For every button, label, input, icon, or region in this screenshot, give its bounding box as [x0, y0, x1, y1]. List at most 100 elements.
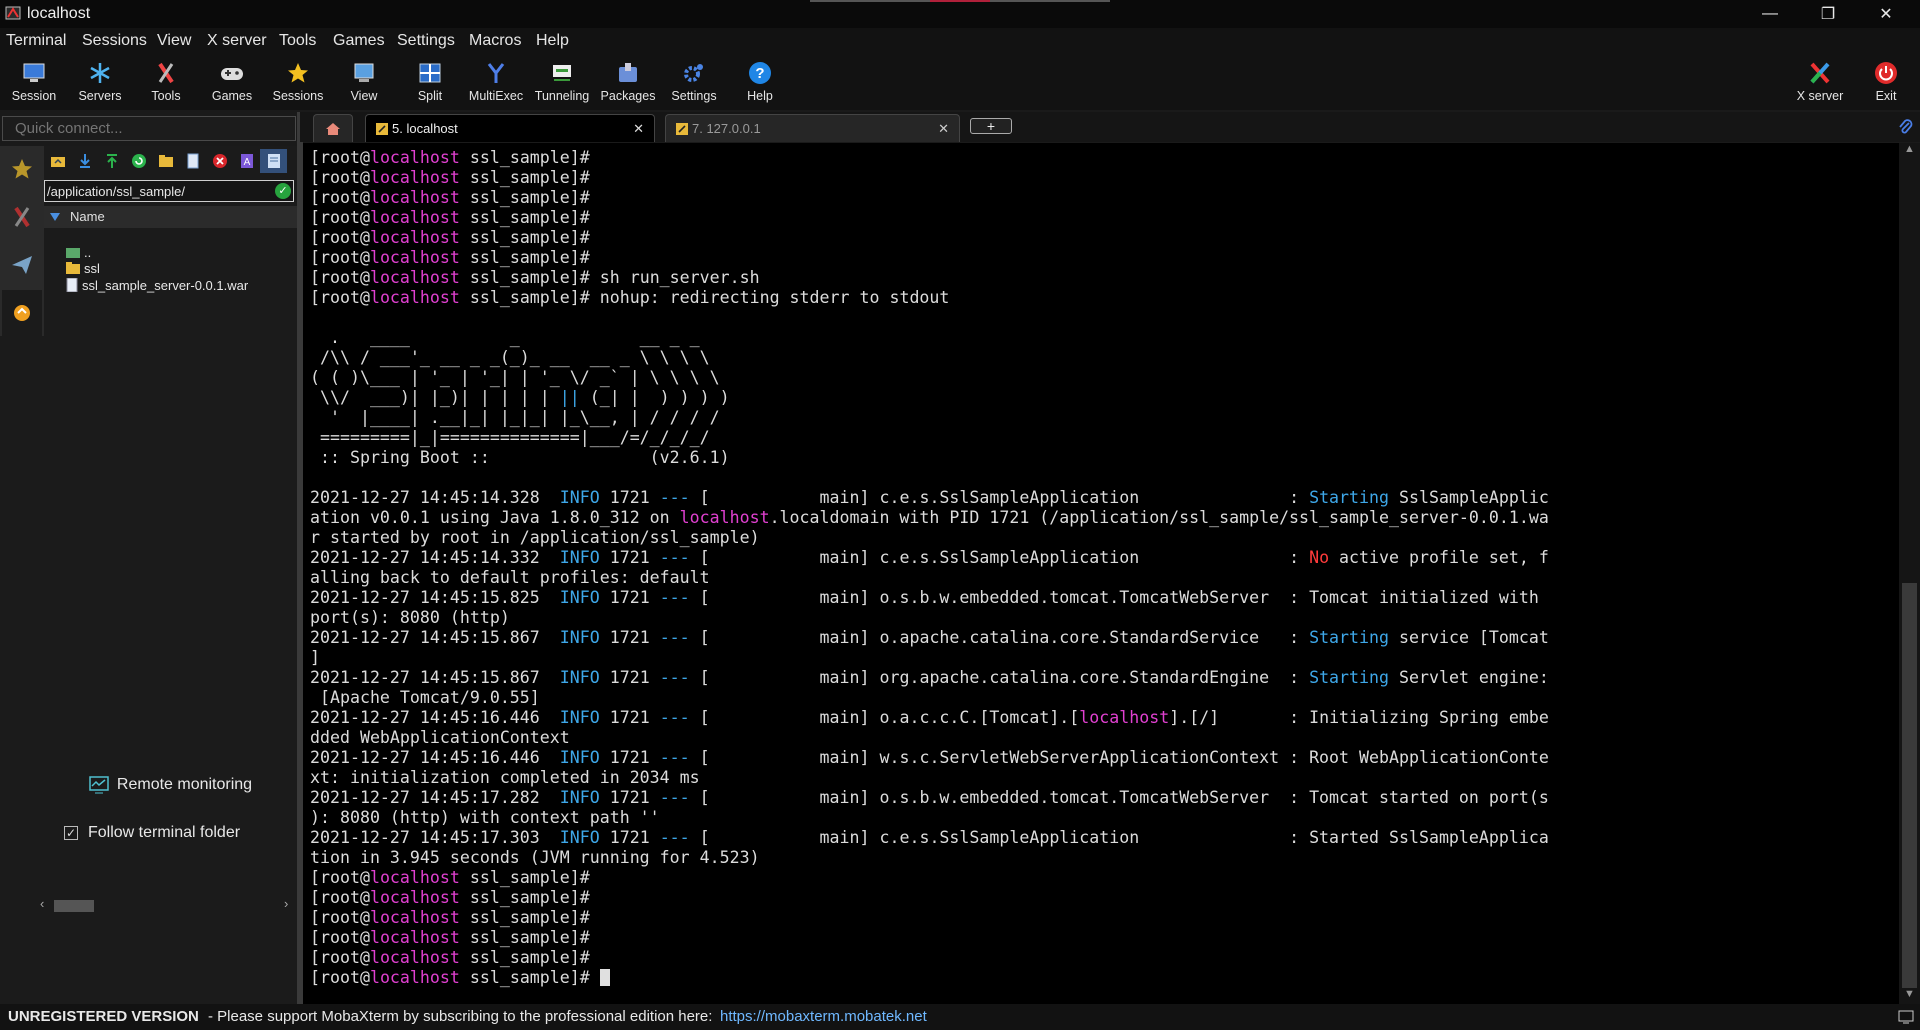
- new-tab-button[interactable]: +: [970, 118, 1012, 134]
- rename-button[interactable]: A: [233, 149, 260, 173]
- tab-session-127[interactable]: 7. 127.0.0.1 ✕: [665, 114, 960, 142]
- menu-games[interactable]: Games: [333, 32, 385, 50]
- tab-home[interactable]: [313, 114, 353, 142]
- side-panel-background: [0, 336, 44, 1004]
- download-icon: [79, 154, 90, 168]
- tab-session-localhost[interactable]: 5. localhost ✕: [365, 114, 655, 142]
- sftp-browser: A ✓ Name .. ssl ssl_sample_server-0.0.1.…: [40, 146, 297, 1004]
- upload-button[interactable]: [98, 149, 125, 173]
- tunneling-button[interactable]: Tunneling: [529, 56, 595, 108]
- sessions-button[interactable]: Sessions: [265, 56, 331, 108]
- restore-button[interactable]: ❐: [1800, 0, 1856, 28]
- path-ok-icon[interactable]: ✓: [275, 183, 291, 199]
- scroll-left-icon[interactable]: ‹: [40, 896, 44, 911]
- power-icon: [1873, 60, 1899, 86]
- rename-icon: A: [240, 154, 253, 168]
- browser-toolbar: A: [44, 146, 297, 176]
- terminal-vscrollbar[interactable]: ▲ ▼: [1899, 143, 1920, 1004]
- file-row-ssl[interactable]: ssl: [66, 259, 100, 277]
- tab-close-icon[interactable]: ✕: [633, 121, 644, 137]
- attachment-icon[interactable]: [1897, 118, 1913, 136]
- new-folder-button[interactable]: [152, 149, 179, 173]
- help-button[interactable]: ? Help: [727, 56, 793, 108]
- path-bar: ✓: [44, 180, 294, 202]
- session-icon: [21, 60, 47, 86]
- mobaxterm-app-icon: [5, 6, 21, 20]
- browser-hscrollbar[interactable]: ‹ ›: [40, 896, 297, 914]
- sidetab-sessions[interactable]: [2, 146, 42, 192]
- parent-folder-button[interactable]: [44, 149, 71, 173]
- settings-button[interactable]: Settings: [661, 56, 727, 108]
- tools-button[interactable]: Tools: [133, 56, 199, 108]
- follow-terminal-folder[interactable]: ✓ Follow terminal folder: [64, 824, 240, 842]
- gear-icon: [681, 60, 707, 86]
- tunneling-icon: [549, 60, 575, 86]
- servers-button[interactable]: Servers: [67, 56, 133, 108]
- upload-icon: [106, 154, 117, 168]
- remote-monitoring-button[interactable]: Remote monitoring: [44, 770, 297, 800]
- star-icon: [285, 60, 311, 86]
- delete-button[interactable]: [206, 149, 233, 173]
- sidetab-macros[interactable]: [2, 242, 42, 288]
- delete-icon: [212, 154, 227, 168]
- scroll-thumb[interactable]: [54, 900, 94, 912]
- new-folder-icon: [158, 155, 173, 167]
- terminal-cursor: [599, 969, 610, 986]
- menu-tools[interactable]: Tools: [279, 32, 316, 50]
- exit-button[interactable]: Exit: [1853, 56, 1919, 108]
- star-icon: [12, 159, 32, 179]
- screen-icon[interactable]: [1898, 1010, 1914, 1024]
- terminal-area[interactable]: [root@localhost ssl_sample]# [root@local…: [303, 143, 1899, 1004]
- tools-icon: [153, 60, 179, 86]
- help-icon: ?: [747, 60, 773, 86]
- scroll-right-icon[interactable]: ›: [284, 896, 288, 911]
- packages-button[interactable]: Packages: [595, 56, 661, 108]
- split-button[interactable]: Split: [397, 56, 463, 108]
- follow-folder-checkbox[interactable]: ✓: [64, 826, 78, 840]
- xserver-icon: [1807, 60, 1833, 86]
- quick-connect-input[interactable]: [3, 117, 295, 140]
- status-bar: UNREGISTERED VERSION - Please support Mo…: [0, 1004, 1920, 1030]
- tools-icon: [14, 206, 30, 228]
- mobaxterm-link[interactable]: https://mobaxterm.mobatek.net: [720, 1008, 927, 1025]
- plus-icon: +: [986, 118, 996, 134]
- view-icon: [351, 60, 377, 86]
- path-input[interactable]: [45, 181, 269, 201]
- unregistered-label: UNREGISTERED VERSION: [8, 1008, 199, 1025]
- sidetab-tools[interactable]: [2, 194, 42, 240]
- menu-help[interactable]: Help: [536, 32, 569, 50]
- title-bar: localhost — ❐ ✕: [0, 0, 1920, 28]
- download-button[interactable]: [71, 149, 98, 173]
- close-window-button[interactable]: ✕: [1858, 0, 1914, 28]
- menu-settings[interactable]: Settings: [397, 32, 455, 50]
- sftp-icon: [14, 305, 30, 321]
- menu-xserver[interactable]: X server: [207, 32, 267, 50]
- session-button[interactable]: Session: [1, 56, 67, 108]
- xserver-button[interactable]: X server: [1787, 56, 1853, 108]
- support-message: - Please support MobaXterm by subscribin…: [208, 1008, 713, 1025]
- servers-icon: [87, 60, 113, 86]
- minimize-button[interactable]: —: [1742, 0, 1798, 28]
- sidetab-sftp[interactable]: [2, 290, 42, 336]
- document-icon: [267, 154, 280, 168]
- scroll-up-icon[interactable]: ▲: [1904, 143, 1915, 155]
- tab-close-icon[interactable]: ✕: [938, 121, 949, 137]
- quick-connect: [2, 116, 296, 141]
- menu-terminal[interactable]: Terminal: [6, 32, 66, 50]
- multiexec-button[interactable]: MultiExec: [463, 56, 529, 108]
- menu-view[interactable]: View: [157, 32, 191, 50]
- terminal-tab-icon: [376, 122, 388, 135]
- menu-sessions[interactable]: Sessions: [82, 32, 147, 50]
- view-button[interactable]: View: [331, 56, 397, 108]
- file-row-war[interactable]: ssl_sample_server-0.0.1.war: [66, 276, 248, 294]
- toggle-view-button[interactable]: [260, 149, 287, 173]
- games-button[interactable]: Games: [199, 56, 265, 108]
- window-title: localhost: [27, 5, 91, 22]
- menu-macros[interactable]: Macros: [469, 32, 521, 50]
- scroll-down-icon[interactable]: ▼: [1904, 988, 1915, 1000]
- svg-text:?: ?: [755, 65, 764, 82]
- column-header-name[interactable]: Name: [44, 206, 297, 228]
- terminal-scroll-thumb[interactable]: [1902, 583, 1917, 988]
- refresh-button[interactable]: [125, 149, 152, 173]
- new-file-button[interactable]: [179, 149, 206, 173]
